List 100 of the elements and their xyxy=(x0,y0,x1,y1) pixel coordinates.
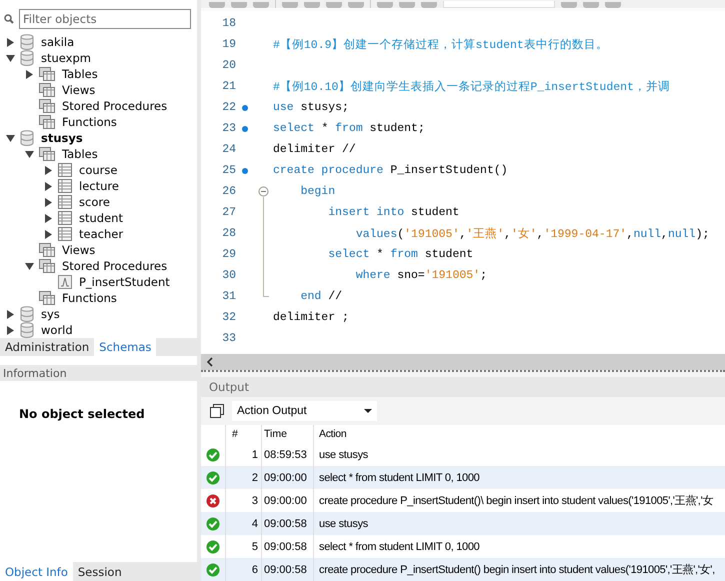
table-icon xyxy=(58,163,72,177)
expander-icon[interactable] xyxy=(6,326,15,334)
line-number: 21 xyxy=(221,80,236,93)
tree-item[interactable]: Tables xyxy=(59,67,98,81)
tree-item[interactable]: Stored Procedures xyxy=(59,259,168,273)
copy-icon[interactable] xyxy=(210,404,224,418)
code-line: begin xyxy=(300,185,336,198)
table-icon xyxy=(58,195,72,209)
code-line: where sno='191005'; xyxy=(354,269,487,282)
tree-item[interactable]: score xyxy=(76,195,110,209)
code-line: #【例10.9】创建一个存储过程，计算student表中行的数目。 xyxy=(273,38,608,52)
line-number: 22 xyxy=(221,101,236,114)
line-number: 25 xyxy=(221,164,236,177)
table-cell: select * from student LIMIT 0, 1000 xyxy=(313,466,480,489)
line-number: 19 xyxy=(221,38,236,51)
table-cell: create procedure P_insertStudent() begin insert into student values('191005','王燕','女', xyxy=(313,558,715,581)
panel-tab[interactable]: Schemas xyxy=(94,338,156,356)
tree-item[interactable]: Stored Procedures xyxy=(59,99,168,113)
filter-field[interactable]: Filter objects xyxy=(19,9,191,29)
tree-item[interactable]: Functions xyxy=(59,115,117,129)
table-cell: use stusys xyxy=(313,512,368,535)
expander-icon[interactable] xyxy=(44,230,53,238)
tree-item[interactable]: lecture xyxy=(76,179,119,193)
folder-icon xyxy=(39,147,55,161)
info-title: Information xyxy=(3,366,67,380)
line-number: 33 xyxy=(221,332,236,345)
code-line: values('191005','王燕','女','1999-04-17',null,null); xyxy=(354,226,710,241)
database-icon xyxy=(20,50,34,66)
database-icon xyxy=(20,306,34,322)
info-message: No object selected xyxy=(19,407,145,421)
tree-item[interactable]: Views xyxy=(59,83,96,97)
expander-icon[interactable] xyxy=(6,54,15,62)
database-icon xyxy=(20,130,34,146)
expander-icon[interactable] xyxy=(44,198,53,206)
line-number: 30 xyxy=(221,269,236,282)
database-icon xyxy=(20,34,34,50)
table-cell: 09:00:58 xyxy=(261,558,313,581)
tree-item[interactable]: Views xyxy=(59,243,96,257)
output-selector[interactable]: Action Output xyxy=(232,401,377,421)
column-header[interactable]: # xyxy=(225,425,261,443)
expander-icon[interactable] xyxy=(44,214,53,222)
routine-icon xyxy=(58,275,72,289)
line-number: 20 xyxy=(221,59,236,72)
folder-icon xyxy=(39,243,55,257)
expander-icon[interactable] xyxy=(25,70,34,78)
code-line: delimiter ; xyxy=(273,311,349,324)
expander-icon[interactable] xyxy=(25,150,34,158)
line-number: 26 xyxy=(221,185,236,198)
search-icon xyxy=(4,14,14,24)
table-cell: 2 xyxy=(225,466,261,489)
code-line: end // xyxy=(300,290,342,303)
output-title: Output xyxy=(209,380,249,394)
line-number: 32 xyxy=(221,311,236,324)
expander-icon[interactable] xyxy=(6,38,15,46)
folder-icon xyxy=(39,99,55,113)
column-header[interactable]: Action xyxy=(313,425,346,443)
table-icon xyxy=(58,179,72,193)
tree-item[interactable]: Functions xyxy=(59,291,117,305)
horizontal-scrollbar[interactable] xyxy=(201,354,725,370)
tree-item[interactable]: P_insertStudent xyxy=(76,275,170,289)
expander-icon[interactable] xyxy=(6,134,15,142)
expander-icon[interactable] xyxy=(6,310,15,318)
tree-item[interactable]: sys xyxy=(38,307,60,321)
tree-item[interactable]: course xyxy=(76,163,118,177)
splitter[interactable] xyxy=(201,370,725,377)
tree-item[interactable]: sakila xyxy=(38,35,74,49)
column-header[interactable]: Time xyxy=(261,425,313,443)
expander-icon[interactable] xyxy=(44,166,53,174)
folder-icon xyxy=(39,259,55,273)
expander-icon[interactable] xyxy=(44,182,53,190)
tree-item[interactable]: stuexpm xyxy=(38,51,91,65)
fold-icon[interactable] xyxy=(258,186,269,197)
table-icon xyxy=(58,227,72,241)
tree-item[interactable]: stusys xyxy=(38,131,83,145)
tree-item[interactable]: Tables xyxy=(59,147,98,161)
line-number: 28 xyxy=(221,227,236,240)
table-cell: 4 xyxy=(225,512,261,535)
statement-marker xyxy=(242,104,248,110)
panel-tab[interactable]: Object Info xyxy=(0,562,73,581)
code-line: select * from student; xyxy=(273,122,425,135)
code-line: #【例10.10】创建向学生表插入一条记录的过程P_insertStudent，并调 xyxy=(273,80,670,94)
tree-item[interactable]: world xyxy=(38,323,73,337)
line-number: 31 xyxy=(221,290,236,303)
table-icon xyxy=(58,211,72,225)
folder-icon xyxy=(39,83,55,97)
dropdown-icon xyxy=(364,408,372,414)
table-cell: 6 xyxy=(225,558,261,581)
scroll-left-icon[interactable] xyxy=(206,357,214,367)
code-line: insert into student xyxy=(327,206,460,219)
expander-icon[interactable] xyxy=(25,262,34,270)
tree-item[interactable]: student xyxy=(76,211,123,225)
tree-item[interactable]: teacher xyxy=(76,227,124,241)
code-line: delimiter // xyxy=(273,143,356,156)
database-icon xyxy=(20,322,34,338)
line-number: 24 xyxy=(221,143,236,156)
code-line: create procedure P_insertStudent() xyxy=(273,164,508,177)
line-number: 27 xyxy=(221,206,236,219)
folder-icon xyxy=(39,115,55,129)
table-cell: 09:00:00 xyxy=(261,466,313,489)
code-line: select * from student xyxy=(327,248,474,261)
